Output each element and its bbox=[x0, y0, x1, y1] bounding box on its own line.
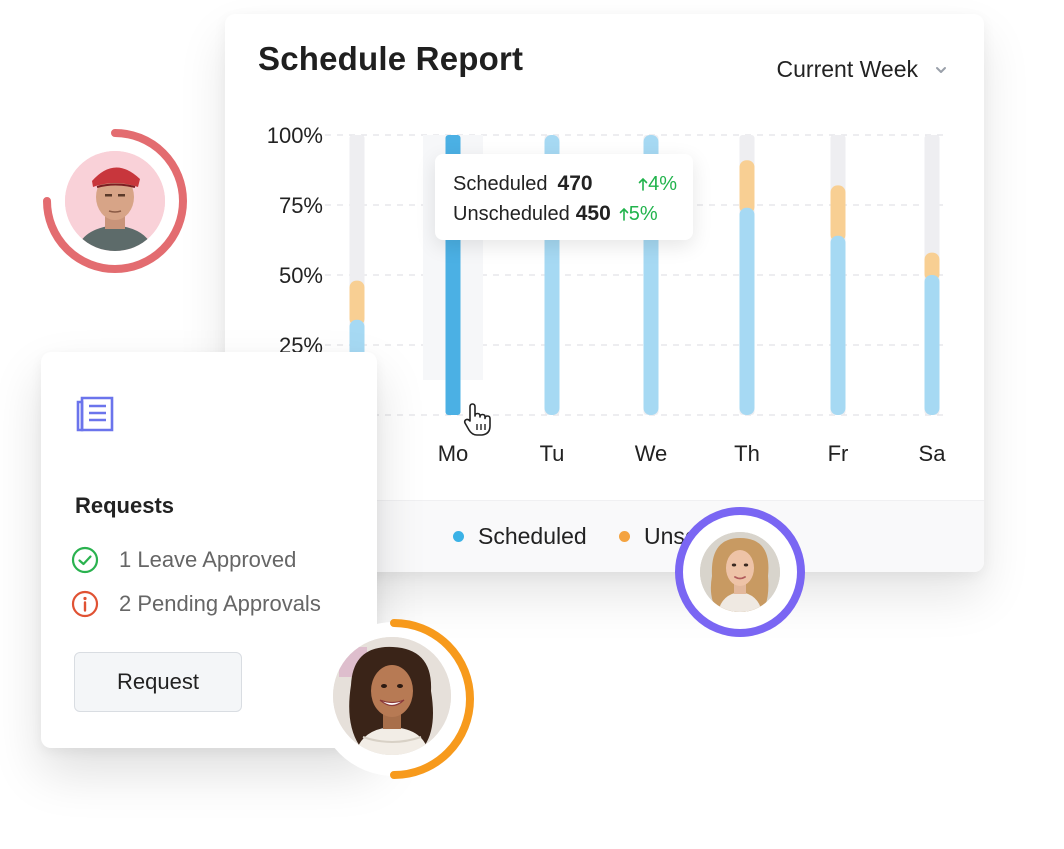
tooltip-scheduled-label: Scheduled bbox=[453, 173, 548, 195]
tooltip-unscheduled-delta-text: 5% bbox=[628, 203, 658, 225]
check-circle-icon bbox=[71, 546, 99, 574]
man-portrait-icon bbox=[65, 151, 165, 251]
bar-scheduled bbox=[739, 207, 755, 415]
bar-unscheduled bbox=[830, 185, 846, 242]
x-tick-label: Mo bbox=[438, 441, 469, 466]
tooltip-unscheduled-row: Unscheduled 450 5% bbox=[453, 202, 677, 232]
tooltip-scheduled-row: Scheduled 470 4% bbox=[453, 172, 677, 202]
tooltip-unscheduled-delta: 5% bbox=[619, 203, 658, 226]
avatar-woman-curly-photo bbox=[333, 637, 451, 755]
chart-tooltip: Scheduled 470 4% Unscheduled 450 5% bbox=[435, 154, 693, 240]
bar-scheduled bbox=[924, 275, 940, 415]
y-tick-label: 75% bbox=[279, 193, 323, 218]
tooltip-scheduled-value: 470 bbox=[557, 172, 593, 195]
x-tick-label: We bbox=[635, 441, 668, 466]
request-button[interactable]: Request bbox=[74, 652, 242, 712]
y-tick-label: 100% bbox=[267, 123, 323, 148]
tooltip-scheduled-delta-text: 4% bbox=[648, 173, 677, 195]
request-item-pending: 2 Pending Approvals bbox=[71, 590, 321, 618]
chevron-down-icon bbox=[936, 66, 946, 73]
legend-label-scheduled: Scheduled bbox=[478, 523, 587, 549]
arrow-up-icon bbox=[638, 177, 648, 191]
avatar-man[interactable] bbox=[40, 126, 190, 276]
requests-title: Requests bbox=[75, 493, 175, 518]
request-item-approved: 1 Leave Approved bbox=[71, 546, 296, 574]
report-title: Schedule Report bbox=[258, 40, 524, 77]
tooltip-scheduled-delta: 4% bbox=[638, 173, 677, 196]
document-list-icon bbox=[76, 396, 114, 432]
period-dropdown-label: Current Week bbox=[776, 56, 918, 82]
avatar-woman-curly[interactable] bbox=[313, 618, 475, 780]
x-tick-label: Sa bbox=[919, 441, 947, 466]
legend-item-scheduled[interactable]: Scheduled bbox=[453, 523, 587, 550]
hand-cursor-icon bbox=[463, 403, 491, 436]
y-tick-label: 50% bbox=[279, 263, 323, 288]
bar-unscheduled bbox=[739, 160, 755, 214]
tooltip-unscheduled-value: 450 bbox=[575, 202, 611, 225]
bar-unscheduled bbox=[349, 280, 365, 326]
x-tick-label: Tu bbox=[540, 441, 565, 466]
legend-dot-scheduled bbox=[453, 531, 464, 542]
bar-scheduled bbox=[830, 235, 846, 415]
period-dropdown[interactable]: Current Week bbox=[777, 56, 948, 83]
avatar-woman-blonde-photo bbox=[700, 532, 780, 612]
woman-blonde-portrait-icon bbox=[700, 532, 780, 612]
avatar-man-photo bbox=[65, 151, 165, 251]
x-tick-label: Fr bbox=[828, 441, 849, 466]
request-item-pending-text: 2 Pending Approvals bbox=[119, 591, 321, 616]
x-tick-label: Th bbox=[734, 441, 760, 466]
avatar-woman-blonde[interactable] bbox=[674, 506, 806, 638]
request-item-approved-text: 1 Leave Approved bbox=[119, 547, 297, 572]
arrow-up-icon bbox=[619, 207, 629, 221]
legend-dot-unscheduled bbox=[619, 531, 630, 542]
tooltip-unscheduled-label: Unscheduled bbox=[453, 203, 570, 225]
info-circle-icon bbox=[71, 590, 99, 618]
woman-portrait-icon bbox=[333, 637, 451, 755]
